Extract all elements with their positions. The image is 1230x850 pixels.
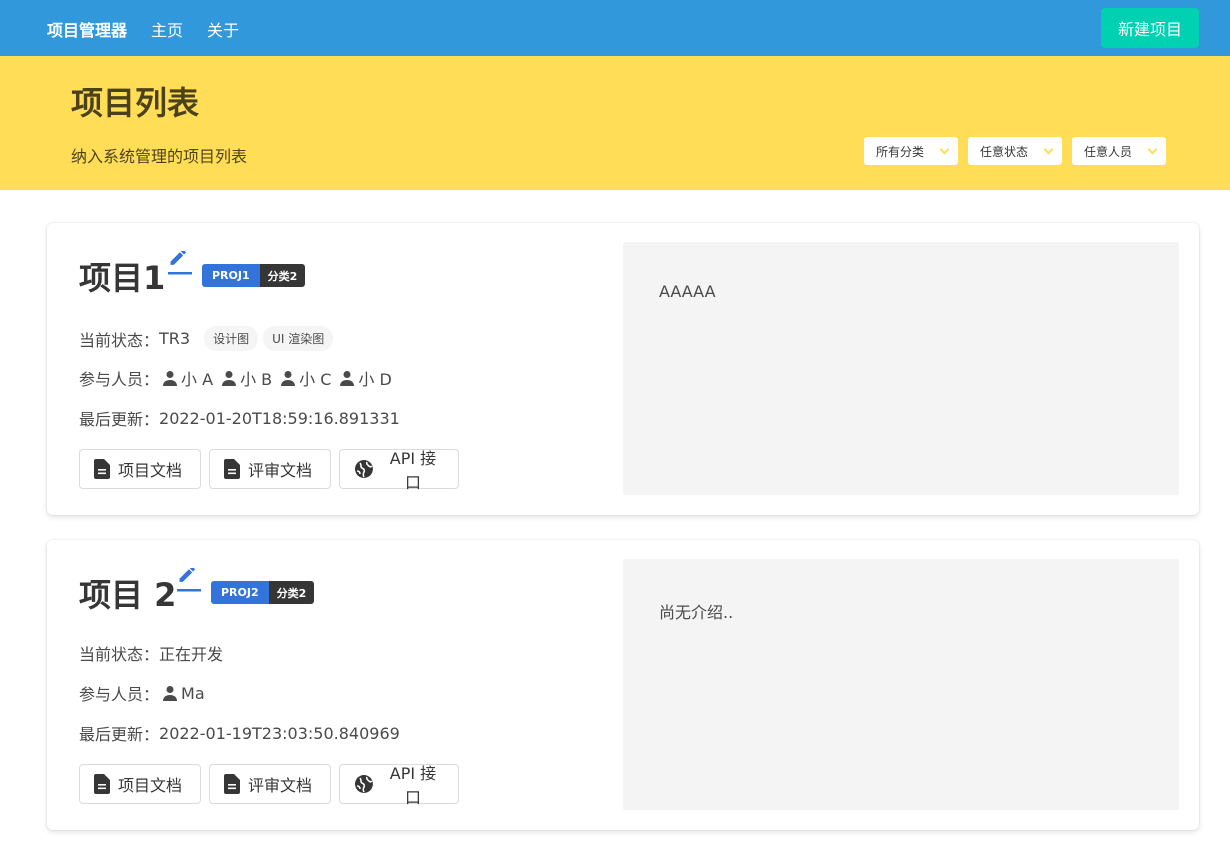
user-icon [340,371,355,386]
project-doc-label: 项目文档 [118,776,183,795]
status-label: 当前状态： [79,330,160,350]
globe-icon [354,460,373,478]
category-filter-select[interactable]: 所有分类 [864,137,958,165]
api-label: API 接口 [389,764,437,807]
project-doc-label: 项目文档 [118,461,183,480]
member-name: 小 B [240,370,273,389]
chevron-down-icon [1043,144,1054,155]
pencil-icon[interactable] [168,251,192,275]
members-label: 参与人员： [79,685,160,704]
updated-value: 2022-01-20T18:59:16.891331 [159,408,400,428]
file-icon [94,459,110,479]
member: 小 A [162,366,213,390]
description-text: AAAAA [659,282,716,301]
members-label: 参与人员： [79,370,160,389]
member: 小 C [280,366,331,390]
project-category-tag: 分类2 [268,581,315,604]
doc-buttons: 项目文档 评审文档 API 接口 [79,764,467,807]
brand-link[interactable]: 项目管理器 [47,17,127,41]
members-row: 参与人员： Ma [79,681,213,705]
category-filter-label: 所有分类 [876,144,925,159]
chevron-down-icon [939,144,950,155]
review-doc-label: 评审文档 [248,776,313,795]
member-filter-select[interactable]: 任意人员 [1072,137,1166,165]
project-tags: PROJ1 分类2 [202,264,306,287]
pencil-icon[interactable] [177,568,201,592]
member-name: 小 A [181,370,214,389]
project-title: 项目 2 [79,576,177,614]
file-icon [224,774,240,794]
file-icon [224,459,240,479]
member-name: 小 C [299,370,332,389]
user-icon [222,371,237,386]
project-category-tag: 分类2 [259,264,306,287]
member: 小 D [339,366,392,390]
member: 小 B [221,366,272,390]
chevron-down-icon [1147,144,1158,155]
description-text: 尚无介绍.. [659,603,734,622]
status-value: TR3 [159,329,191,348]
status-filter-label: 任意状态 [980,144,1029,159]
project-tags: PROJ2 分类2 [211,581,315,604]
user-icon [163,686,178,701]
project-doc-button[interactable]: 项目文档 [79,764,201,804]
project-card: 项目1 PROJ1 分类2 当前状态： TR3 设计图 UI 渲染图 参与人员：… [47,223,1199,515]
page-title: 项目列表 [71,84,200,122]
project-card: 项目 2 PROJ2 分类2 当前状态： 正在开发 参与人员： Ma 最后更新：… [47,540,1199,830]
project-code-tag: PROJ2 [211,581,269,604]
updated-row: 最后更新： 2022-01-20T18:59:16.891331 [79,406,400,430]
updated-value: 2022-01-19T23:03:50.840969 [159,723,400,743]
updated-label: 最后更新： [79,410,160,429]
user-icon [281,371,296,386]
api-button[interactable]: API 接口 [339,449,459,492]
nav-about-link[interactable]: 关于 [207,17,239,41]
review-doc-label: 评审文档 [248,461,313,480]
member-name: Ma [181,683,205,703]
project-title: 项目1 [79,259,166,297]
nav-home-link[interactable]: 主页 [151,17,183,41]
status-value: 正在开发 [159,645,224,664]
updated-label: 最后更新： [79,725,160,744]
page-subtitle: 纳入系统管理的项目列表 [71,147,248,166]
doc-buttons: 项目文档 评审文档 API 接口 [79,449,467,492]
api-button[interactable]: API 接口 [339,764,459,807]
member-name: 小 D [358,370,392,389]
updated-row: 最后更新： 2022-01-19T23:03:50.840969 [79,721,400,745]
status-tag: 设计图 [204,326,259,351]
members-row: 参与人员： 小 A 小 B 小 C 小 D [79,366,400,390]
description-panel: AAAAA [623,242,1179,495]
status-row: 当前状态： 正在开发 [79,641,223,665]
new-project-button[interactable]: 新建项目 [1101,8,1199,48]
navbar: 项目管理器 主页 关于 新建项目 [0,0,1230,56]
file-icon [94,774,110,794]
globe-icon [354,775,373,793]
status-tag: UI 渲染图 [263,326,334,351]
project-code-tag: PROJ1 [202,264,260,287]
review-doc-button[interactable]: 评审文档 [209,449,331,489]
api-label: API 接口 [389,449,437,492]
user-icon [163,371,178,386]
description-panel: 尚无介绍.. [623,559,1179,810]
project-doc-button[interactable]: 项目文档 [79,449,201,489]
status-row: 当前状态： TR3 设计图 UI 渲染图 [79,326,334,351]
member-filter-label: 任意人员 [1084,144,1133,159]
status-label: 当前状态： [79,645,160,664]
member: Ma [162,684,205,703]
review-doc-button[interactable]: 评审文档 [209,764,331,804]
hero-banner: 项目列表 纳入系统管理的项目列表 所有分类 任意状态 任意人员 [0,56,1230,190]
status-filter-select[interactable]: 任意状态 [968,137,1062,165]
